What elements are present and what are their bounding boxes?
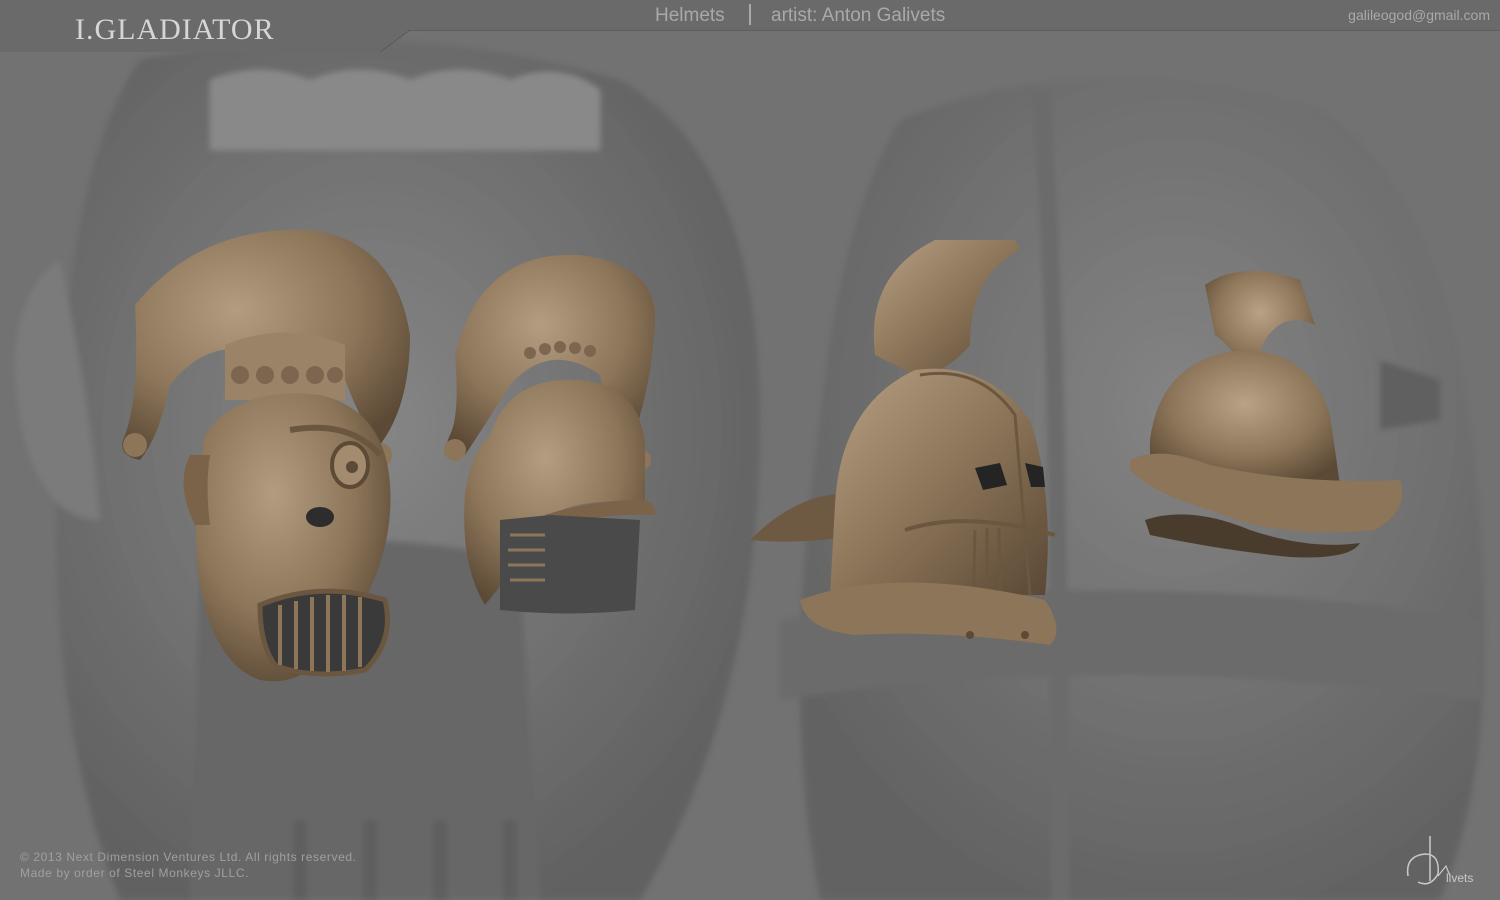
commission-credit: Made by order of Steel Monkeys JLLC. xyxy=(20,866,250,880)
artwork-sheet: I.GLADIATOR Helmets artist: Anton Galive… xyxy=(0,0,1500,900)
copyright-notice: © 2013 Next Dimension Ventures Ltd. All … xyxy=(20,850,357,864)
section-label: Helmets xyxy=(655,5,725,26)
artist-signature: livets xyxy=(1406,836,1473,885)
artist-credit: artist: Anton Galivets xyxy=(771,5,946,26)
cyclops-mask-helmet-front xyxy=(122,229,410,682)
page-title: I.GLADIATOR xyxy=(75,13,275,46)
visored-crest-helmet xyxy=(750,240,1057,645)
cyclops-mask-helmet-side xyxy=(444,254,656,614)
crested-brimmed-helmet xyxy=(1130,271,1403,558)
header-divider xyxy=(749,4,751,25)
title-tab: I.GLADIATOR xyxy=(0,0,410,52)
svg-text:livets: livets xyxy=(1446,871,1473,885)
contact-email: galileogod@gmail.com xyxy=(1348,7,1490,23)
